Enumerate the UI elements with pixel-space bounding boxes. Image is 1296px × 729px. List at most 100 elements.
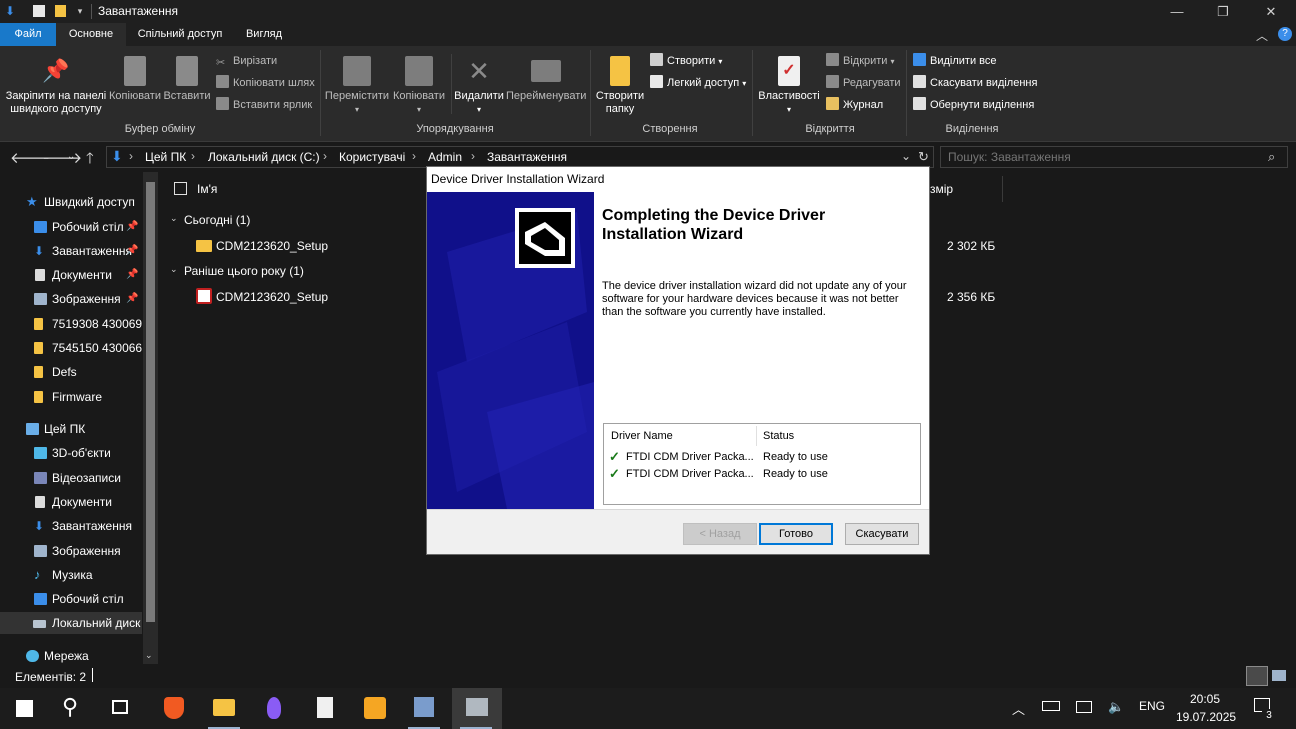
nav-scrollbar-thumb[interactable] — [146, 182, 155, 622]
crumb-this-pc[interactable]: Цей ПК — [145, 150, 186, 164]
refresh-icon[interactable]: ↻ — [918, 149, 929, 165]
nav-pc-pictures[interactable]: Зображення — [0, 540, 142, 562]
invert-selection-button[interactable]: Обернути виділення — [913, 96, 1034, 114]
nav-quick-folder-1[interactable]: 7519308 430069 — [0, 313, 142, 335]
tab-home[interactable]: Основне — [56, 23, 126, 46]
search-box[interactable]: ⌕ — [940, 146, 1288, 168]
file-name[interactable]: CDM2123620_Setup — [216, 290, 328, 304]
network-icon[interactable] — [1076, 701, 1092, 713]
easy-access-button[interactable]: Легкий доступ ▾ — [650, 74, 746, 92]
nav-pc-downloads[interactable]: ⬇ Завантаження — [0, 515, 142, 537]
show-hidden-icons-chevron-icon[interactable]: ︿ — [1012, 699, 1025, 718]
start-button[interactable] — [0, 688, 48, 729]
task-view-button[interactable] — [96, 688, 144, 729]
brave-browser-button[interactable] — [150, 688, 198, 729]
tab-view[interactable]: Вигляд — [236, 23, 292, 46]
details-view-button[interactable] — [1246, 666, 1268, 686]
edit-button[interactable]: Редагувати — [826, 74, 901, 92]
up-arrow-icon[interactable]: 🡑 — [86, 148, 94, 173]
sublime-button[interactable] — [350, 688, 398, 729]
search-taskbar-button[interactable]: ⚲ — [48, 688, 96, 729]
properties-icon[interactable] — [33, 5, 45, 17]
recent-locations-chevron-icon[interactable]: ⌄ — [67, 151, 75, 162]
address-bar[interactable]: ⬇ › Цей ПК › Локальний диск (C:) › Корис… — [106, 146, 934, 168]
file-name[interactable]: CDM2123620_Setup — [216, 239, 328, 253]
tab-share[interactable]: Спільний доступ — [132, 23, 228, 46]
column-divider[interactable] — [1002, 176, 1003, 202]
group-header-earlier[interactable]: Раніше цього року (1) — [184, 264, 304, 278]
pin-quick-access-button[interactable]: 📌 Закріпити на панелі швидкого доступу — [4, 56, 108, 116]
forward-arrow-icon[interactable]: 🡒 — [42, 148, 82, 167]
volume-icon[interactable]: 🔈 — [1108, 699, 1124, 715]
copy-to-button[interactable]: Копіювати ▾ — [390, 56, 448, 116]
paste-button[interactable]: Вставити — [162, 56, 212, 103]
cut-button[interactable]: ✂ Вирізати — [216, 52, 277, 70]
green-check-icon: ✓ — [609, 466, 620, 481]
select-all-checkbox[interactable] — [174, 182, 187, 195]
copy-button[interactable]: Копіювати — [108, 56, 162, 103]
customize-qat-icon[interactable]: ▾ — [73, 4, 87, 18]
nav-pc-3d-objects[interactable]: 3D-об'єкти — [0, 442, 142, 464]
large-icons-view-button[interactable] — [1272, 670, 1286, 681]
history-button[interactable]: Журнал — [826, 96, 883, 114]
cancel-button[interactable]: Скасувати — [845, 523, 919, 545]
search-input[interactable] — [941, 147, 1261, 167]
rename-button[interactable]: Перейменувати — [506, 56, 586, 103]
close-button[interactable]: ✕ — [1248, 0, 1294, 23]
new-item-button[interactable]: Створити ▾ — [650, 52, 722, 70]
nav-quick-downloads[interactable]: ⬇ Завантаження 📌 — [0, 240, 142, 262]
search-icon[interactable]: ⌕ — [1268, 149, 1275, 165]
delete-button[interactable]: ✕ Видалити ▾ — [454, 56, 504, 116]
copy-path-button[interactable]: Копіювати шлях — [216, 74, 315, 92]
nav-quick-access[interactable]: ★ Швидкий доступ — [0, 191, 142, 213]
obsidian-button[interactable] — [250, 688, 298, 729]
scroll-down-icon[interactable]: ⌄ — [145, 650, 153, 661]
clock-date[interactable]: 19.07.2025 — [1176, 710, 1236, 724]
nav-pc-documents[interactable]: Документи — [0, 491, 142, 513]
nav-quick-firmware[interactable]: Firmware — [0, 386, 142, 408]
group-chevron-icon[interactable]: ⌄ — [170, 264, 178, 275]
column-header-size[interactable]: змір — [930, 182, 953, 196]
driver-wizard-taskbar-button[interactable] — [452, 688, 502, 729]
crumb-local-disk[interactable]: Локальний диск (C:) — [208, 150, 320, 164]
nav-pc-music[interactable]: ♪ Музика — [0, 564, 142, 586]
crumb-downloads[interactable]: Завантаження — [487, 150, 567, 164]
nav-pc-videos[interactable]: Відеозаписи — [0, 467, 142, 489]
download-arrow-icon[interactable]: ⬇ — [3, 4, 17, 18]
notepad-button[interactable] — [300, 688, 348, 729]
column-header-name[interactable]: Ім'я — [197, 182, 217, 196]
control-panel-button[interactable] — [400, 688, 448, 729]
new-folder-icon[interactable] — [55, 5, 66, 17]
select-none-button[interactable]: Скасувати виділення — [913, 74, 1037, 92]
clock-time[interactable]: 20:05 — [1190, 692, 1220, 706]
move-to-button[interactable]: Перемістити ▾ — [324, 56, 390, 116]
language-indicator[interactable]: ENG — [1139, 699, 1165, 713]
crumb-admin[interactable]: Admin — [428, 150, 462, 164]
group-header-today[interactable]: Сьогодні (1) — [184, 213, 250, 227]
collapse-ribbon-icon[interactable]: ︿ — [1256, 27, 1268, 44]
maximize-button[interactable]: ❐ — [1200, 0, 1246, 23]
group-chevron-icon[interactable]: ⌄ — [170, 213, 178, 224]
help-icon[interactable]: ? — [1278, 27, 1292, 41]
back-button[interactable]: < Назад — [683, 523, 757, 545]
paste-shortcut-button[interactable]: Вставити ярлик — [216, 96, 312, 114]
nav-quick-documents[interactable]: Документи 📌 — [0, 264, 142, 286]
battery-icon[interactable] — [1042, 701, 1060, 711]
crumb-users[interactable]: Користувачі — [339, 150, 405, 164]
nav-this-pc[interactable]: Цей ПК — [0, 418, 142, 440]
properties-button[interactable]: ✓ Властивості ▾ — [756, 56, 822, 116]
nav-quick-desktop[interactable]: Робочий стіл 📌 — [0, 216, 142, 238]
open-button[interactable]: Відкрити ▾ — [826, 52, 895, 70]
tab-file[interactable]: Файл — [0, 23, 56, 46]
finish-button[interactable]: Готово — [759, 523, 833, 545]
nav-pc-local-disk[interactable]: Локальний диск — [0, 612, 142, 634]
nav-quick-defs[interactable]: Defs — [0, 361, 142, 383]
new-folder-button[interactable]: Створити папку — [594, 56, 646, 116]
file-explorer-button[interactable] — [200, 688, 248, 729]
nav-quick-folder-2[interactable]: 7545150 430066 — [0, 337, 142, 359]
select-all-button[interactable]: Виділити все — [913, 52, 996, 70]
nav-quick-pictures[interactable]: Зображення 📌 — [0, 288, 142, 310]
address-dropdown-icon[interactable]: ⌄ — [901, 149, 911, 163]
nav-pc-desktop[interactable]: Робочий стіл — [0, 588, 142, 610]
minimize-button[interactable]: — — [1154, 0, 1200, 23]
